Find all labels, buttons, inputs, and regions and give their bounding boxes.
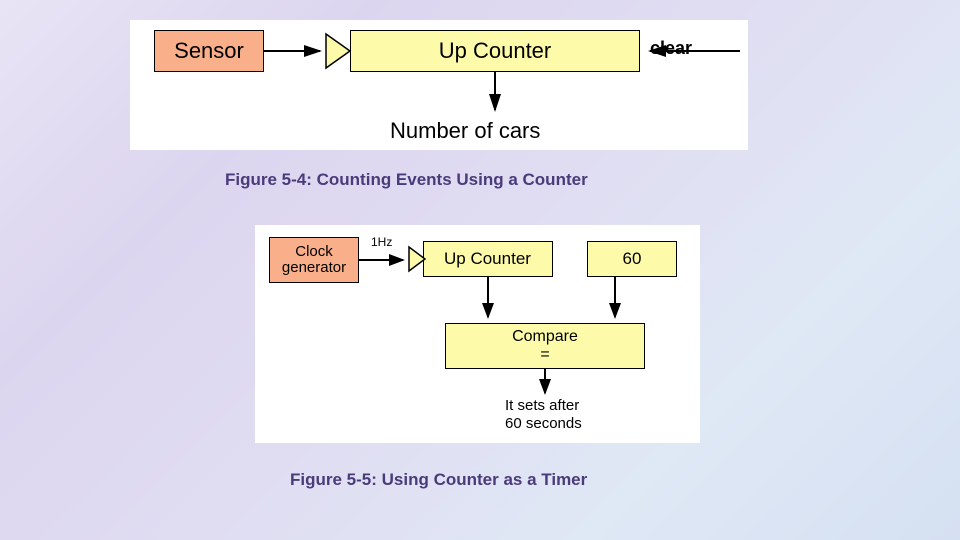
clockgen-label-1: Clock (295, 244, 333, 261)
sixty-label: 60 (623, 249, 642, 269)
figure-5-4-panel: Sensor Up Counter clear Number of cars (130, 20, 748, 150)
output-label: Number of cars (390, 118, 540, 144)
figure-5-4-caption: Figure 5-4: Counting Events Using a Coun… (225, 170, 588, 190)
compare-label-2: = (540, 346, 549, 364)
clockgen-label-2: generator (282, 260, 346, 277)
freq-label: 1Hz (371, 235, 392, 249)
clear-label: clear (650, 38, 692, 59)
sixty-box: 60 (587, 241, 677, 277)
upcounter2-box: Up Counter (423, 241, 553, 277)
figure-5-5-caption: Figure 5-5: Using Counter as a Timer (290, 470, 587, 490)
sensor-box: Sensor (154, 30, 264, 72)
clock-generator-box: Clock generator (269, 237, 359, 283)
sensor-label: Sensor (174, 38, 244, 64)
figure-5-5-panel: Clock generator Up Counter 60 Compare = … (255, 225, 700, 443)
output2-line2: 60 seconds (505, 415, 582, 433)
output2-label: It sets after 60 seconds (505, 397, 582, 433)
upcounter2-label: Up Counter (444, 249, 531, 269)
upcounter-label: Up Counter (439, 38, 552, 64)
compare-label-1: Compare (512, 328, 578, 346)
output2-line1: It sets after (505, 397, 582, 415)
compare-box: Compare = (445, 323, 645, 369)
upcounter-box: Up Counter (350, 30, 640, 72)
